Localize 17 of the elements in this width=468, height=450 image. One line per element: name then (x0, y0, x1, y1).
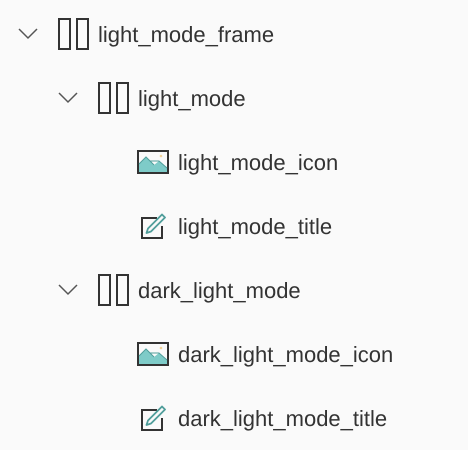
edit-icon (140, 404, 166, 432)
tree-item-label[interactable]: light_mode (138, 82, 246, 114)
tree-item-label[interactable]: dark_light_mode_icon (178, 338, 394, 370)
image-icon (137, 342, 169, 366)
image-icon (137, 150, 169, 174)
edit-icon (140, 212, 166, 240)
chevron-down-icon[interactable] (18, 28, 38, 40)
tree-item-label[interactable]: dark_light_mode_title (178, 402, 388, 434)
frame-icon (98, 82, 128, 114)
tree-item-label[interactable]: dark_light_mode (138, 274, 301, 306)
chevron-down-icon[interactable] (58, 284, 78, 296)
frame-icon (58, 18, 88, 50)
chevron-down-icon[interactable] (58, 92, 78, 104)
tree-item-label[interactable]: light_mode_frame (98, 18, 274, 50)
tree-item-label[interactable]: light_mode_icon (178, 146, 338, 178)
frame-icon (98, 274, 128, 306)
tree-item-label[interactable]: light_mode_title (178, 210, 332, 242)
